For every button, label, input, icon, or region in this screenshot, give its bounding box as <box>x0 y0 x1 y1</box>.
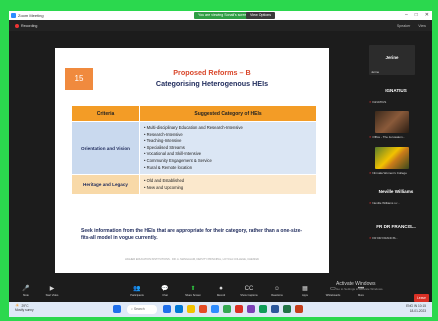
participant-name: Neville Williams <box>378 189 414 194</box>
taskbar-app-icon[interactable] <box>199 305 207 313</box>
slide-title-line1: Proposed Reforms – B <box>173 68 251 77</box>
region-indicator: IN <box>413 304 418 308</box>
weather-widget[interactable]: ☀ 29°C Mostly sunny <box>15 304 34 313</box>
language-indicator: ENG <box>406 304 414 308</box>
list-item: Vocational and Skill-Intensive <box>144 151 312 158</box>
speaker-view-link[interactable]: Speaker <box>397 24 410 28</box>
window-title: Zoom Meeting <box>18 13 44 18</box>
view-options-button[interactable]: View Options <box>246 12 276 19</box>
participant-tile[interactable]: Jerine Jerine <box>369 45 415 75</box>
list-item: New and Upcoming <box>144 185 312 192</box>
table-header-criteria: Criteria <box>71 105 140 122</box>
apps-button[interactable]: ▦ Apps <box>292 285 318 298</box>
record-button[interactable]: ⏺ Record <box>208 285 234 298</box>
taskbar-app-icon[interactable] <box>271 305 279 313</box>
table-row: Heritage and Legacy Old and Established … <box>71 174 317 196</box>
participant-video[interactable] <box>375 147 409 169</box>
participants-button[interactable]: 👥 Participants <box>124 285 150 298</box>
list-item: Multi-disciplinary Education and Researc… <box>144 125 312 132</box>
whiteboard-icon: ▭ <box>330 286 336 292</box>
maximize-button[interactable]: □ <box>415 11 418 20</box>
zoom-window: Zoom Meeting You are viewing Sonali's sc… <box>9 11 432 317</box>
participant-label: Jerine <box>371 70 380 74</box>
clock-time: 10:15 <box>418 304 426 308</box>
zoom-app-icon <box>11 13 16 18</box>
slide-title-line2: Categorising Heterogenous HEIs <box>155 79 269 88</box>
record-icon: ⏺ <box>219 286 223 292</box>
participant-video[interactable] <box>375 111 409 133</box>
list-item: Teaching-Intensive <box>144 138 312 145</box>
close-button[interactable]: ✕ <box>425 11 429 20</box>
captions-icon: CC <box>244 286 254 292</box>
video-icon: ▶ <box>49 286 55 292</box>
microphone-icon: 🎤 <box>22 286 30 292</box>
participant-name: Jerine <box>385 55 399 60</box>
slide-number: 15 <box>65 68 93 90</box>
taskbar-app-icon[interactable] <box>223 305 231 313</box>
taskbar-app-icon[interactable] <box>283 305 291 313</box>
participant-label: ✕ Office - The Jerusalem... <box>369 135 406 139</box>
mute-button[interactable]: 🎤 Mute <box>13 285 39 298</box>
reactions-icon: ☺ <box>273 286 281 292</box>
table-row: Orientation and Vision Multi-disciplinar… <box>71 120 317 176</box>
share-screen-icon: ⬆ <box>190 286 196 292</box>
criteria-table: Criteria Suggested Category of HEIs Orie… <box>71 105 317 196</box>
taskbar-app-icon[interactable] <box>163 305 171 313</box>
apps-icon: ▦ <box>302 286 308 292</box>
participant-name: FR DR FRANCIS... <box>376 224 416 229</box>
criteria-cell: Orientation and Vision <box>71 120 140 176</box>
participant-label: ✕ Neville Williams s.r... <box>369 201 400 205</box>
list-item: Old and Established <box>144 178 312 185</box>
recording-label[interactable]: Recording <box>21 24 37 28</box>
slide-title: Proposed Reforms – B Categorising Hetero… <box>95 68 329 88</box>
leave-button[interactable]: Leave <box>414 294 429 302</box>
category-cell: Multi-disciplinary Education and Researc… <box>139 120 317 176</box>
taskbar-app-icon[interactable] <box>235 305 243 313</box>
participant-label: ✕ FR DR FRANCIS... <box>369 236 399 240</box>
show-captions-button[interactable]: CC Show Captions <box>236 285 262 298</box>
recording-icon <box>15 23 19 28</box>
taskbar-app-icon[interactable] <box>187 305 195 313</box>
more-button[interactable]: ••• More <box>348 285 374 298</box>
chat-button[interactable]: 💬 Chat <box>152 285 178 298</box>
more-icon: ••• <box>357 286 365 292</box>
meeting-header: Recording Speaker View <box>9 20 432 31</box>
list-item: Specialised Streams <box>144 145 312 152</box>
shared-slide: 15 Proposed Reforms – B Categorising Het… <box>55 48 329 273</box>
clock-date: 18-01-2023 <box>409 309 426 313</box>
slide-note: Seek information from the HEIs that are … <box>81 228 303 241</box>
taskbar-app-icon[interactable] <box>211 305 219 313</box>
chat-icon: 💬 <box>161 286 169 292</box>
participants-icon: 👥 <box>133 286 141 292</box>
title-bar: Zoom Meeting You are viewing Sonali's sc… <box>9 11 432 20</box>
participant-label: ✕ IGNATIUS <box>369 100 387 104</box>
screen-share-notice: You are viewing Sonali's screen <box>194 12 253 19</box>
whiteboards-button[interactable]: ▭ Whiteboards <box>320 285 346 298</box>
list-item: Community Engagement & Service <box>144 158 312 165</box>
taskbar-search[interactable]: ⌕ Search <box>127 305 157 314</box>
share-screen-button[interactable]: ⬆ Share Screen <box>180 285 206 298</box>
criteria-cell: Heritage and Legacy <box>71 174 140 196</box>
list-item: Rural & Remote location <box>144 165 312 172</box>
reactions-button[interactable]: ☺ Reactions <box>264 285 290 298</box>
weather-desc: Mostly sunny <box>15 308 34 312</box>
meeting-toolbar: 🎤 Mute ▶ Start Video 👥 Participants 💬 Ch… <box>9 285 409 302</box>
start-video-button[interactable]: ▶ Start Video <box>39 285 65 298</box>
taskbar-app-icon[interactable] <box>247 305 255 313</box>
system-tray[interactable]: ENG IN 10:15 18-01-2023 <box>406 304 426 314</box>
category-cell: Old and Established New and Upcoming <box>139 174 317 196</box>
taskbar-app-icon[interactable] <box>295 305 303 313</box>
participant-name: IGNATIUS <box>385 88 407 93</box>
view-link[interactable]: View <box>418 24 426 28</box>
taskbar-app-icon[interactable] <box>175 305 183 313</box>
table-header-category: Suggested Category of HEIs <box>139 105 317 122</box>
participants-panel: Jerine Jerine IGNATIUS ✕ IGNATIUS ✕ Offi… <box>363 31 432 284</box>
list-item: Research-Intensive <box>144 132 312 139</box>
minimize-button[interactable]: – <box>405 11 408 20</box>
slide-footer: HIGHER EDUCATION INSTITUTIONS · DR. A. M… <box>125 258 259 261</box>
windows-taskbar: ☀ 29°C Mostly sunny ⌕ Search ENG IN 10:15… <box>9 302 432 317</box>
start-icon[interactable] <box>113 305 121 313</box>
taskbar-app-icon[interactable] <box>259 305 267 313</box>
participant-label: ✕ Nirmala Women's College <box>369 171 407 175</box>
